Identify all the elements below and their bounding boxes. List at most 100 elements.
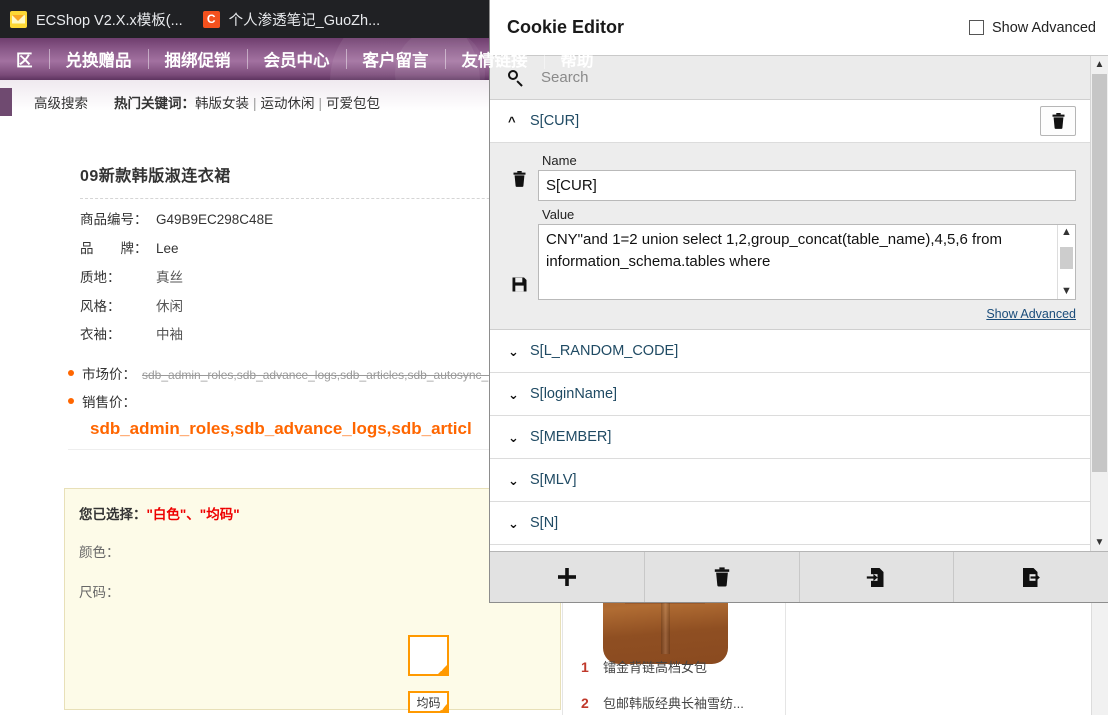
cookie-row-expanded-header[interactable]: ^ S[CUR] [490,100,1090,143]
scroll-up-icon[interactable]: ▲ [1091,56,1108,73]
browser-tab-2[interactable]: C 个人渗透笔记_GuoZh... [193,0,390,38]
keyword-separator: | [253,96,257,111]
hot-keywords: 热门关键词：韩版女装 | 运动休闲 | 可爱包包 [114,92,380,112]
product-attribute-box: 您已选择："白色"、"均码" 颜色： 尺码： ✓ 均码 ✓ 购买数量： [64,488,561,713]
cookie-name: S[MEMBER] [530,429,612,445]
selected-prefix: 您已选择： [79,507,147,522]
delete-all-cookies-button[interactable] [644,552,800,602]
nav-item-1[interactable]: 兑换赠品 [50,47,148,71]
chevron-up-icon[interactable]: ^ [508,115,530,128]
spec-value: G49B9EC298C48E [156,212,274,227]
keyword-link-1[interactable]: 运动休闲 [261,96,315,111]
list-item[interactable]: 1 镭金背链高档女包 [581,657,707,676]
color-attribute-row: 颜色： [79,541,560,563]
cookie-row[interactable]: ⌄ S[MLV] [490,459,1090,502]
cookie-row[interactable]: ⌄ S[loginName] [490,373,1090,416]
market-price-label: 市场价： [82,367,136,383]
save-disk-icon [512,277,526,292]
chevron-down-icon[interactable]: ⌄ [508,388,530,401]
plus-icon [557,568,576,586]
bullet-icon [68,398,74,405]
title-divider [80,198,550,199]
nav-item-2[interactable]: 捆绑促销 [149,47,247,71]
bullet-icon [68,370,74,377]
import-cookies-button[interactable] [799,552,955,602]
checkbox-icon[interactable] [969,20,984,35]
product-detail-column: 09新款韩版淑连衣裙 商品编号： G49B9EC298C48E 品 牌： Lee 质… [0,124,563,715]
save-cookie-button[interactable] [512,277,527,295]
delete-cookie-icon-button[interactable] [512,171,527,190]
cookie-name: S[L_RANDOM_CODE] [530,343,679,359]
size-option-button[interactable]: 均码 ✓ [408,691,449,713]
scroll-up-icon[interactable]: ▲ [1061,225,1072,240]
nav-item-4[interactable]: 客户留言 [347,47,445,71]
browser-tab-1-title: ECShop V2.X.x模板(... [36,12,183,29]
selected-value: "白色"、"均码" [146,507,240,522]
price-block: 市场价： sdb_admin_roles,sdb_advance_logs,sd… [68,363,562,439]
chevron-down-icon[interactable]: ⌄ [508,474,530,487]
search-row-accent [0,88,12,116]
add-cookie-button[interactable] [490,552,645,602]
cookie-row-partial[interactable]: ⌄ S[REFER] [490,545,1090,551]
delete-cookie-button[interactable] [1040,106,1076,136]
scroll-down-icon[interactable]: ▼ [1091,534,1108,551]
keyword-link-0[interactable]: 韩版女装 [195,96,249,111]
nav-item-0[interactable]: 区 [0,47,49,71]
hot-keywords-label: 热门关键词： [114,96,195,111]
scroll-down-icon[interactable]: ▼ [1061,284,1072,299]
cookie-value-textarea[interactable]: CNY"and 1=2 union select 1,2,group_conca… [538,224,1076,300]
letter-c-icon: C [202,10,220,28]
cookie-fields: Name Value CNY"and 1=2 union select 1,2,… [538,153,1076,321]
list-item[interactable]: 2 包邮韩版经典长袖雪纺... [581,693,744,712]
chevron-down-icon[interactable]: ⌄ [508,345,530,358]
value-field-label: Value [542,207,575,222]
spec-value: 休闲 [156,298,183,314]
spec-key: 衣袖： [80,327,121,343]
textarea-scrollbar[interactable]: ▲ ▼ [1057,225,1075,299]
cookie-editor-body: ^ S[CUR] [490,55,1108,551]
keyword-separator: | [318,96,323,111]
cookie-list-scrollbar[interactable]: ▲ ▼ [1090,56,1108,551]
show-advanced-toggle[interactable]: Show Advanced [969,20,1096,36]
sale-price-row: 销售价： [68,391,562,411]
keyword-link-2[interactable]: 可爱包包 [326,96,380,111]
spec-value: 中袖 [156,327,183,343]
size-label: 尺码： [79,585,120,600]
cookie-name-input[interactable] [538,170,1076,201]
rank-product-name[interactable]: 镭金背链高档女包 [603,657,707,676]
show-advanced-link[interactable]: Show Advanced [538,307,1076,321]
import-file-icon [867,567,884,587]
product-image-handbag[interactable] [603,588,728,664]
cookie-row[interactable]: ⌄ S[MEMBER] [490,416,1090,459]
cookie-list: ^ S[CUR] [490,56,1090,551]
cookie-list-scrollbar-thumb[interactable] [1092,74,1107,472]
show-advanced-label: Show Advanced [992,19,1096,36]
cookie-row[interactable]: ⌄ S[N] [490,502,1090,545]
price-divider [68,449,560,451]
trash-icon [1052,113,1064,129]
spec-key: 品 牌： [80,240,148,256]
trash-icon [714,567,729,587]
export-cookies-button[interactable] [954,552,1108,602]
selected-attributes-line: 您已选择："白色"、"均码" [79,503,560,523]
textarea-scrollbar-thumb[interactable] [1060,247,1073,269]
chevron-down-icon[interactable]: ⌄ [508,431,530,444]
search-icon [508,70,523,85]
cookie-editor-footer [490,551,1108,602]
chevron-down-icon[interactable]: ⌄ [508,517,530,530]
browser-tab-1[interactable]: ECShop V2.X.x模板(... [0,0,193,38]
spec-key: 风格： [80,298,121,314]
sale-price-label: 销售价： [82,395,136,411]
market-price-row: 市场价： sdb_admin_roles,sdb_advance_logs,sd… [68,363,562,383]
cookie-name: S[MLV] [530,472,577,488]
color-swatch-white[interactable]: ✓ [408,635,449,676]
trash-icon [513,171,525,187]
advanced-search-link[interactable]: 高级搜索 [34,92,88,112]
cookie-row[interactable]: ⌄ S[L_RANDOM_CODE] [490,330,1090,373]
nav-item-5[interactable]: 友情链接 [446,47,544,71]
search-input[interactable] [539,68,1067,87]
nav-item-3[interactable]: 会员中心 [248,47,346,71]
nav-item-6[interactable]: 帮助 [545,47,610,71]
rank-product-name[interactable]: 包邮韩版经典长袖雪纺... [603,693,744,712]
spec-key: 商品编号： [80,212,148,227]
